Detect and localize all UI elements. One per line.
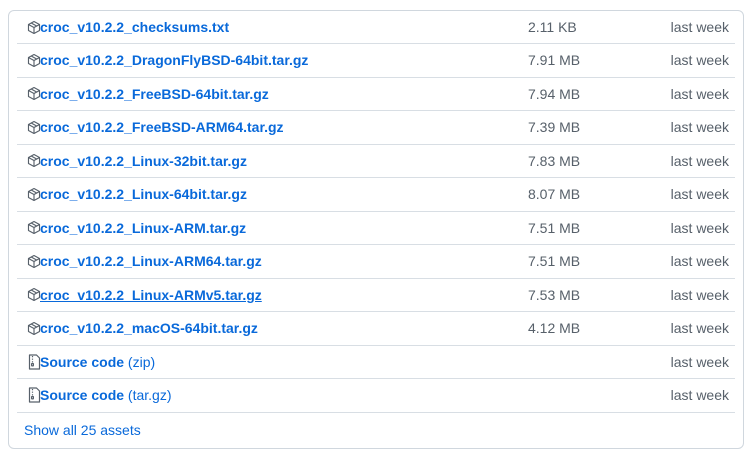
source-code-link[interactable]: Source code (zip) xyxy=(40,354,155,370)
asset-name: croc_v10.2.2_Linux-64bit.tar.gz xyxy=(40,186,247,203)
asset-size: 7.51 MB xyxy=(528,253,581,270)
asset-size: 7.83 MB xyxy=(528,152,581,169)
asset-date: last week xyxy=(670,186,729,203)
source-code-row: Source code (tar.gz) last week xyxy=(17,379,735,413)
asset-download-link[interactable]: croc_v10.2.2_Linux-ARMv5.tar.gz xyxy=(40,287,262,303)
asset-row: croc_v10.2.2_macOS-64bit.tar.gz 4.12 MB la… xyxy=(17,312,735,346)
asset-name: croc_v10.2.2_Linux-ARM64.tar.gz xyxy=(40,253,262,270)
asset-row: croc_v10.2.2_checksums.txt 2.11 KB last we… xyxy=(17,11,735,44)
asset-date: last week xyxy=(670,19,729,35)
asset-download-link[interactable]: croc_v10.2.2_DragonFlyBSD-64bit.tar.gz xyxy=(40,52,308,68)
asset-date: last week xyxy=(670,320,729,337)
asset-download-link[interactable]: croc_v10.2.2_Linux-ARM.tar.gz xyxy=(40,220,246,236)
assets-footer: Show all 25 assets xyxy=(9,413,743,448)
asset-date: last week xyxy=(670,52,729,69)
archive-format-label: (zip) xyxy=(127,353,156,370)
show-all-assets-link[interactable]: Show all 25 assets xyxy=(24,422,141,438)
asset-date: last week xyxy=(670,286,729,303)
asset-date: last week xyxy=(670,353,729,370)
archive-format-label: (tar.gz) xyxy=(127,387,172,404)
asset-row: croc_v10.2.2_DragonFlyBSD-64bit.tar.gz 7.… xyxy=(17,44,735,78)
asset-download-link[interactable]: croc_v10.2.2_FreeBSD-64bit.tar.gz xyxy=(40,86,269,102)
asset-date: last week xyxy=(670,219,729,236)
release-assets-list: croc_v10.2.2_checksums.txt 2.11 KB last we… xyxy=(8,10,744,449)
asset-date: last week xyxy=(670,387,729,404)
asset-row: croc_v10.2.2_FreeBSD-64bit.tar.gz 7.94 MB… xyxy=(17,78,735,111)
asset-date: last week xyxy=(670,253,729,270)
asset-rows: croc_v10.2.2_checksums.txt 2.11 KB last we… xyxy=(9,11,743,413)
asset-row: croc_v10.2.2_Linux-32bit.tar.gz 7.83 MB la… xyxy=(17,145,735,178)
asset-download-link[interactable]: croc_v10.2.2_FreeBSD-ARM64.tar.gz xyxy=(40,119,284,135)
asset-download-link[interactable]: croc_v10.2.2_Linux-ARM64.tar.gz xyxy=(40,253,262,269)
source-code-link[interactable]: Source code (tar.gz) xyxy=(40,387,172,403)
asset-size: 7.91 MB xyxy=(528,52,581,69)
asset-name: croc_v10.2.2_FreeBSD-64bit.tar.gz xyxy=(40,85,269,102)
asset-name: croc_v10.2.2_checksums.txt xyxy=(40,19,230,35)
asset-download-link[interactable]: croc_v10.2.2_Linux-32bit.tar.gz xyxy=(40,153,247,169)
asset-size: 7.39 MB xyxy=(528,119,581,136)
asset-download-link[interactable]: croc_v10.2.2_checksums.txt xyxy=(40,19,229,35)
asset-row: croc_v10.2.2_Linux-ARM64.tar.gz 7.51 MB la… xyxy=(17,245,735,279)
asset-name: croc_v10.2.2_Linux-32bit.tar.gz xyxy=(40,152,247,169)
asset-date: last week xyxy=(670,152,729,169)
asset-name: croc_v10.2.2_macOS-64bit.tar.gz xyxy=(40,320,258,337)
asset-row: croc_v10.2.2_FreeBSD-ARM64.tar.gz 7.39 MB… xyxy=(17,111,735,145)
asset-name: croc_v10.2.2_Linux-ARM.tar.gz xyxy=(40,219,247,236)
asset-date: last week xyxy=(670,85,729,102)
asset-row: croc_v10.2.2_Linux-64bit.tar.gz 8.07 MB la… xyxy=(17,178,735,212)
asset-download-link[interactable]: croc_v10.2.2_Linux-64bit.tar.gz xyxy=(40,186,247,202)
asset-size: 8.07 MB xyxy=(528,186,581,203)
asset-row: croc_v10.2.2_Linux-ARMv5.tar.gz 7.53 MB la… xyxy=(17,279,735,312)
source-code-label: Source code xyxy=(40,353,125,370)
asset-size: 7.94 MB xyxy=(528,85,581,102)
source-code-row: Source code (zip) last week xyxy=(17,346,735,379)
asset-row: croc_v10.2.2_Linux-ARM.tar.gz 7.51 MB last… xyxy=(17,212,735,245)
asset-size: 2.11 KB xyxy=(528,19,577,35)
asset-name: croc_v10.2.2_FreeBSD-ARM64.tar.gz xyxy=(40,119,284,136)
source-code-label: Source code xyxy=(40,387,125,404)
asset-size: 7.53 MB xyxy=(528,286,581,303)
asset-size: 4.12 MB xyxy=(528,320,581,337)
asset-name: croc_v10.2.2_Linux-ARMv5.tar.gz xyxy=(40,286,262,303)
asset-name: croc_v10.2.2_DragonFlyBSD-64bit.tar.gz xyxy=(40,52,309,69)
asset-download-link[interactable]: croc_v10.2.2_macOS-64bit.tar.gz xyxy=(40,320,258,336)
asset-date: last week xyxy=(670,119,729,136)
asset-size: 7.51 MB xyxy=(528,219,581,236)
